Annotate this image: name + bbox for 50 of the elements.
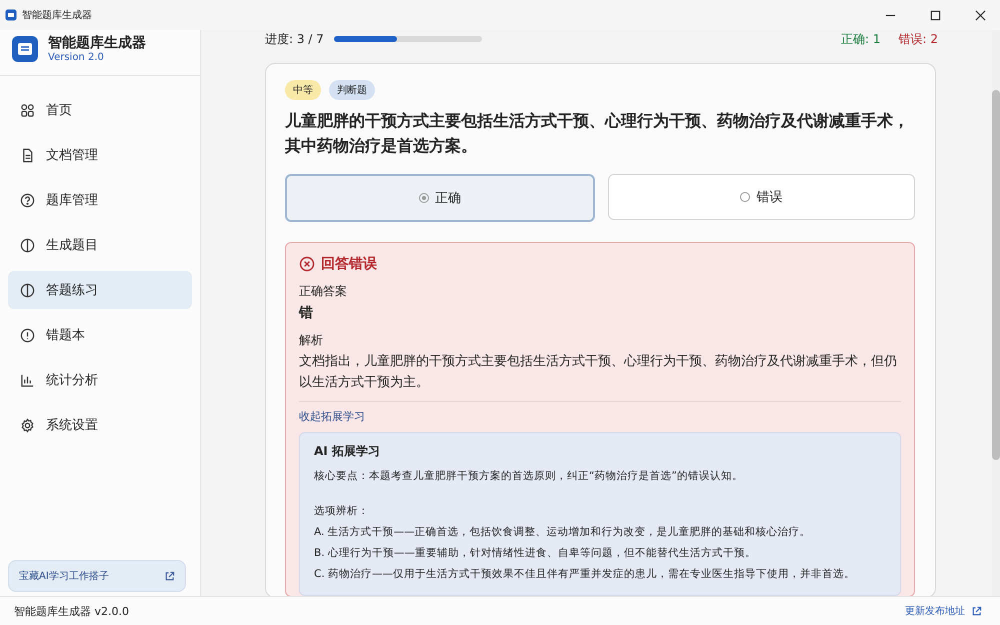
settings-icon	[20, 418, 35, 432]
answer-option[interactable]: 错误	[608, 174, 915, 220]
alert-circle-icon	[20, 328, 35, 342]
sidebar-item[interactable]: 系统设置	[8, 406, 192, 444]
bar-chart-icon	[20, 372, 35, 388]
question-circle-icon	[20, 192, 35, 208]
answer-label: 正确答案	[299, 283, 348, 300]
tag: 中等	[285, 80, 321, 100]
external-link-icon	[164, 570, 175, 582]
maximize-icon[interactable]	[930, 10, 941, 20]
error-circle-icon	[299, 256, 315, 272]
app-name: 智能题库生成器	[48, 34, 146, 52]
close-icon[interactable]	[975, 10, 986, 20]
status-version: 智能题库生成器 v2.0.0	[14, 604, 129, 618]
sidebar-item[interactable]: 答题练习	[8, 271, 192, 309]
sidebar-item[interactable]: 首页	[8, 91, 192, 129]
sidebar-item[interactable]: 错题本	[8, 316, 192, 354]
analysis-text: 文档指出，儿童肥胖的干预方式主要包括生活方式干预、心理行为干预、药物治疗及代谢减重手术，但仍以生活方式干预为主。	[299, 353, 898, 392]
ai-panel-title: AI 拓展学习	[314, 443, 381, 460]
window-title: 智能题库生成器	[22, 8, 92, 22]
sidebar-item[interactable]: 统计分析	[8, 361, 192, 399]
promo-link[interactable]: 宝藏AI学习工作搭子	[8, 560, 186, 592]
external-link-icon	[971, 606, 982, 616]
half-circle-icon	[20, 238, 35, 252]
sidebar-item[interactable]: 题库管理	[8, 181, 192, 219]
analysis-label: 解析	[299, 332, 324, 349]
question-text: 儿童肥胖的干预方式主要包括生活方式干预、心理行为干预、药物治疗及代谢减重手术，其中药物治疗是首选方案。	[285, 110, 910, 157]
app-version: Version 2.0	[48, 52, 105, 63]
ai-text-line: 选项辨析：	[314, 504, 370, 519]
progress-label: 进度: 3 / 7	[265, 30, 324, 48]
release-link[interactable]: 更新发布地址	[905, 604, 965, 618]
app-logo-icon	[12, 36, 38, 62]
tag: 判断题	[329, 80, 375, 100]
sidebar-item[interactable]: 生成题目	[8, 226, 192, 264]
ai-text-line: C. 药物治疗——仅用于生活方式干预效果不佳且伴有严重并发症的患儿，需在专业医生指导下使用，并非首选。	[314, 567, 856, 582]
answer-option[interactable]: 正确	[285, 174, 594, 222]
app-icon	[5, 9, 17, 21]
grid-icon	[20, 102, 35, 118]
sidebar-item[interactable]: 文档管理	[8, 136, 192, 174]
correct-answer: 错	[299, 304, 314, 322]
ai-text-line: A. 生活方式干预——正确首选，包括饮食调整、运动增加和行为改变，是儿童肥胖的基础和核心治疗。	[314, 525, 812, 540]
collapse-link[interactable]: 收起拓展学习	[299, 409, 901, 424]
document-icon	[20, 148, 35, 162]
ai-text-line: 核心要点：本题考查儿童肥胖干预方案的首选原则，纠正“药物治疗是首选”的错误认知。	[314, 469, 744, 484]
half-circle-icon	[20, 282, 35, 298]
correct-count: 正确: 1	[841, 30, 880, 48]
result-title: 回答错误	[321, 255, 377, 273]
wrong-count: 错误: 2	[898, 30, 938, 48]
scrollbar-thumb[interactable]	[992, 90, 1000, 460]
ai-text-line: B. 心理行为干预——重要辅助，针对情绪性进食、自卑等问题，但不能替代生活方式干预。	[314, 546, 757, 561]
